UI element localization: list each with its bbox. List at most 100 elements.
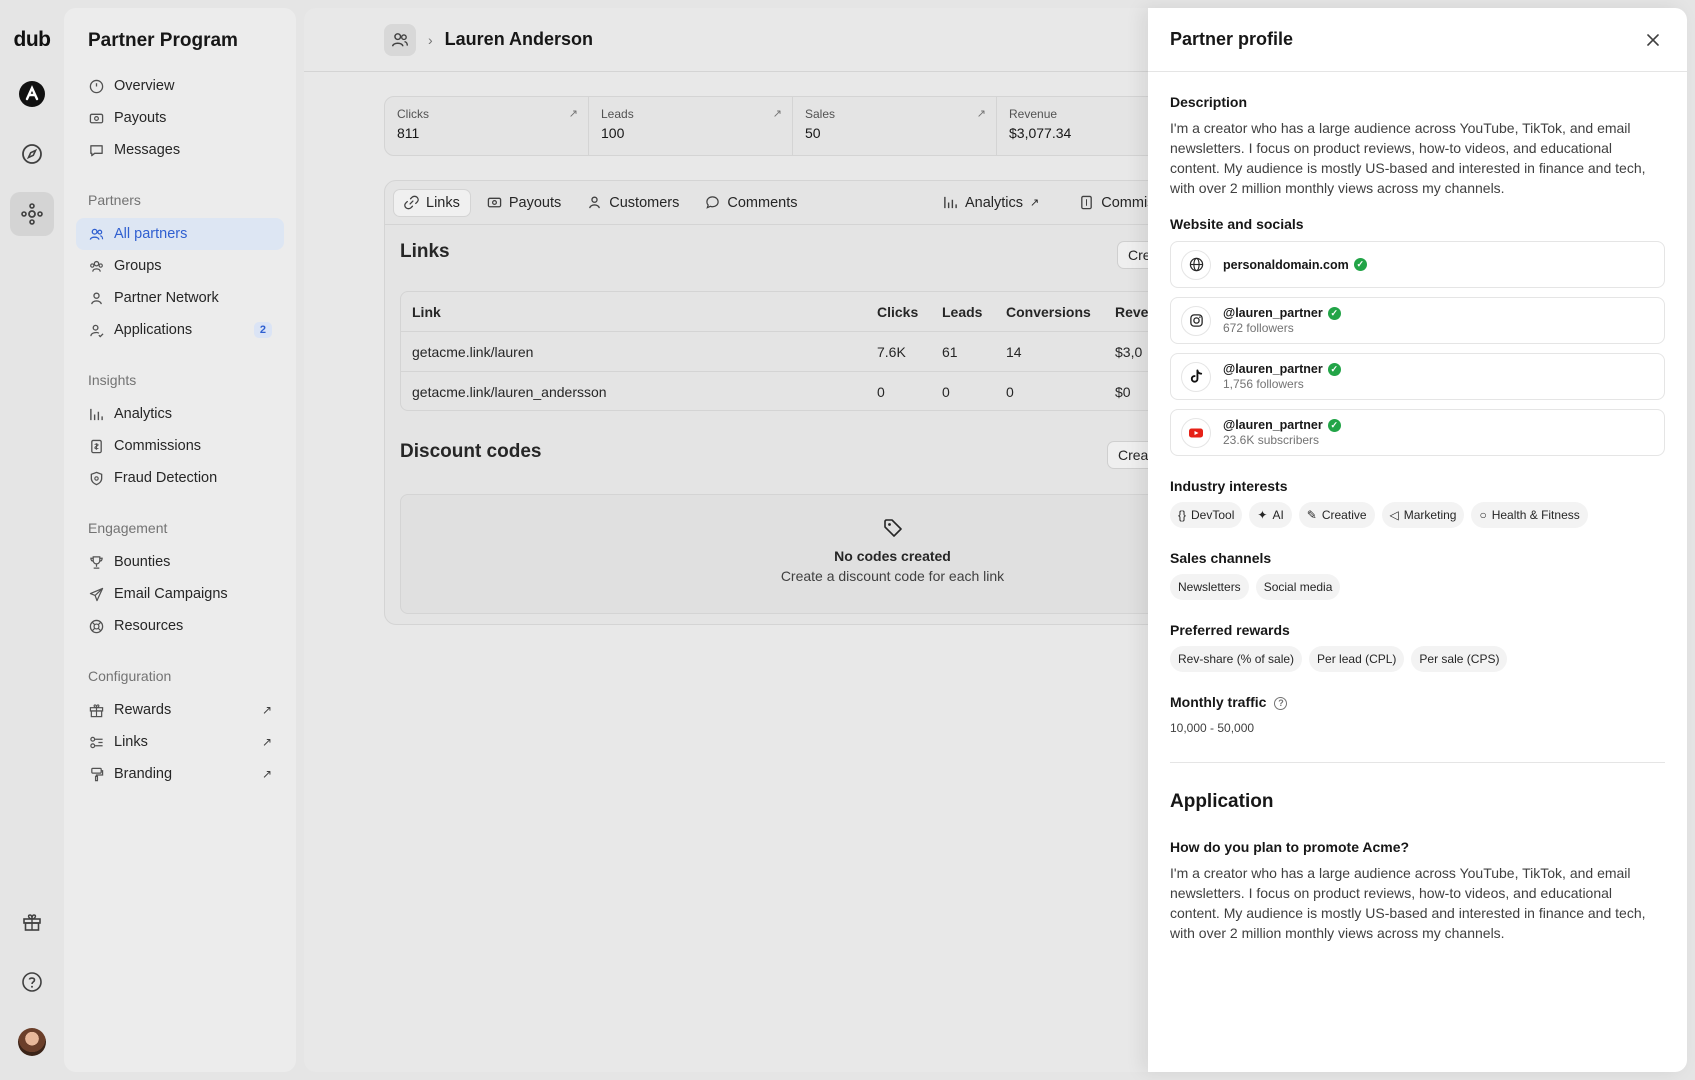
tab-comments[interactable]: Comments xyxy=(695,189,807,217)
send-icon xyxy=(88,586,104,602)
trophy-icon xyxy=(88,554,104,570)
sidebar-item-label: Email Campaigns xyxy=(114,586,228,602)
channel-chip: Newsletters xyxy=(1170,574,1249,600)
workspace-avatar-button[interactable] xyxy=(10,72,54,116)
column-header[interactable]: Clicks xyxy=(877,304,918,320)
sidebar-item-label: Commissions xyxy=(114,438,202,454)
chevron-right-icon: › xyxy=(428,31,433,48)
sidebar-item-partner-network[interactable]: Partner Network xyxy=(76,282,284,314)
user-check-icon xyxy=(88,322,104,338)
youtube-link[interactable]: @lauren_partner ✓ 23.6K subscribers xyxy=(1170,409,1665,456)
link-cell[interactable]: getacme.link/lauren xyxy=(412,344,533,360)
interest-chips: {} DevTool ✦ AI ✎ Creative ◁ Marketing ○ Heal… xyxy=(1170,502,1665,528)
sidebar-item-email-campaigns[interactable]: Email Campaigns xyxy=(76,578,284,610)
sidebar-item-fraud-detection[interactable]: Fraud Detection xyxy=(76,462,284,494)
youtube-icon xyxy=(1181,417,1211,448)
explore-button[interactable] xyxy=(10,132,54,176)
gift-icon xyxy=(23,914,41,931)
stat-sales[interactable]: Sales 50 ↗ xyxy=(793,97,997,155)
tab-bar-right: Analytics ↗ Commis xyxy=(933,189,1164,217)
column-header[interactable]: Link xyxy=(412,304,441,320)
revenue-cell: $3,0 xyxy=(1115,343,1143,360)
sidebar-item-analytics[interactable]: Analytics xyxy=(76,398,284,430)
section-title: Preferred rewards xyxy=(1170,622,1290,638)
groups-icon xyxy=(88,258,104,274)
verified-check-icon: ✓ xyxy=(1327,418,1341,432)
compass-icon xyxy=(22,144,42,164)
links-section-title: Links xyxy=(400,241,450,262)
stat-clicks[interactable]: Clicks 811 ↗ xyxy=(385,97,589,155)
help-button[interactable] xyxy=(10,960,54,1004)
nav-section-insights: Insights Analytics Commissions Fraud Det… xyxy=(76,368,284,494)
acme-logo-icon xyxy=(19,81,45,107)
sidebar-item-applications[interactable]: Applications 2 xyxy=(76,314,284,346)
braces-icon: {} xyxy=(1178,508,1187,522)
arrow-up-right-icon: ↗ xyxy=(976,108,986,120)
conversions-cell: 14 xyxy=(1006,343,1022,360)
help-icon[interactable]: ? xyxy=(1274,696,1288,710)
partner-program-button[interactable] xyxy=(10,192,54,236)
section-title: Website and socials xyxy=(1170,216,1304,232)
monthly-traffic-value: 10,000 - 50,000 xyxy=(1170,721,1255,735)
help-icon xyxy=(22,972,42,992)
sidebar-item-links[interactable]: Links ↗ xyxy=(76,726,284,758)
instagram-link[interactable]: @lauren_partner ✓ 672 followers xyxy=(1170,297,1665,344)
user-avatar[interactable] xyxy=(18,1028,46,1056)
sparkle-icon: ✦ xyxy=(1257,508,1268,522)
sidebar-item-bounties[interactable]: Bounties xyxy=(76,546,284,578)
description-text: I'm a creator who has a large audience a… xyxy=(1170,120,1646,196)
column-header[interactable]: Reve xyxy=(1115,304,1148,320)
sidebar-item-overview[interactable]: Overview xyxy=(76,70,284,102)
stat-label: Sales xyxy=(805,107,836,121)
column-header[interactable]: Leads xyxy=(942,304,982,320)
sidebar-title: Partner Program xyxy=(88,30,238,51)
bar-chart-icon xyxy=(88,406,104,422)
nav-section-title: Partners xyxy=(88,192,141,208)
sidebar-item-label: Overview xyxy=(114,78,175,94)
tab-analytics[interactable]: Analytics ↗ xyxy=(933,189,1049,217)
sidebar-item-rewards[interactable]: Rewards ↗ xyxy=(76,694,284,726)
tab-customers[interactable]: Customers xyxy=(577,189,689,217)
arrow-up-right-icon: ↗ xyxy=(261,703,272,717)
sidebar-item-label: Resources xyxy=(114,618,184,634)
stat-leads[interactable]: Leads 100 ↗ xyxy=(589,97,793,155)
monthly-traffic-section: Monthly traffic? 10,000 - 50,000 xyxy=(1170,694,1665,738)
partners-breadcrumb-button[interactable] xyxy=(384,23,416,56)
sidebar-item-label: Fraud Detection xyxy=(114,470,218,486)
social-handle: @lauren_partner xyxy=(1223,418,1323,432)
tab-label: Analytics xyxy=(965,194,1024,211)
megaphone-icon: ◁ xyxy=(1389,508,1399,522)
sidebar-item-label: Rewards xyxy=(114,702,172,718)
stat-label: Clicks xyxy=(397,107,429,121)
verified-check-icon: ✓ xyxy=(1327,362,1341,376)
dub-logo[interactable]: dub xyxy=(14,28,51,52)
partner-profile-panel: Partner profile Description I'm a creato… xyxy=(1148,8,1687,1072)
sidebar-item-all-partners[interactable]: All partners xyxy=(76,218,284,250)
column-header[interactable]: Conversions xyxy=(1006,304,1091,320)
gift-button[interactable] xyxy=(10,900,54,944)
link-icon xyxy=(404,195,419,210)
money-icon xyxy=(487,195,502,210)
sidebar-item-commissions[interactable]: Commissions xyxy=(76,430,284,462)
section-title: Description xyxy=(1170,94,1248,110)
chip-label: AI xyxy=(1272,508,1284,522)
nav-section-partners: Partners All partners Groups Partner Net… xyxy=(76,188,284,346)
sidebar-item-branding[interactable]: Branding ↗ xyxy=(76,758,284,790)
tab-payouts[interactable]: Payouts xyxy=(477,189,571,217)
tab-links[interactable]: Links xyxy=(393,188,471,217)
sidebar-item-payouts[interactable]: Payouts xyxy=(76,102,284,134)
sidebar-item-label: Bounties xyxy=(114,554,171,570)
sidebar-item-label: Analytics xyxy=(114,406,173,422)
tiktok-link[interactable]: @lauren_partner ✓ 1,756 followers xyxy=(1170,353,1665,400)
channel-chips: Newsletters Social media xyxy=(1170,574,1665,600)
messages-icon xyxy=(88,142,104,158)
website-link[interactable]: personaldomain.com ✓ xyxy=(1170,241,1665,288)
bar-chart-icon xyxy=(943,195,958,210)
tab-label: Customers xyxy=(609,194,680,211)
sidebar-item-resources[interactable]: Resources xyxy=(76,610,284,642)
arrow-up-right-icon: ↗ xyxy=(568,108,578,120)
close-panel-button[interactable] xyxy=(1641,28,1665,52)
sidebar-item-messages[interactable]: Messages xyxy=(76,134,284,166)
sidebar-item-groups[interactable]: Groups xyxy=(76,250,284,282)
link-cell[interactable]: getacme.link/lauren_andersson xyxy=(412,384,607,400)
